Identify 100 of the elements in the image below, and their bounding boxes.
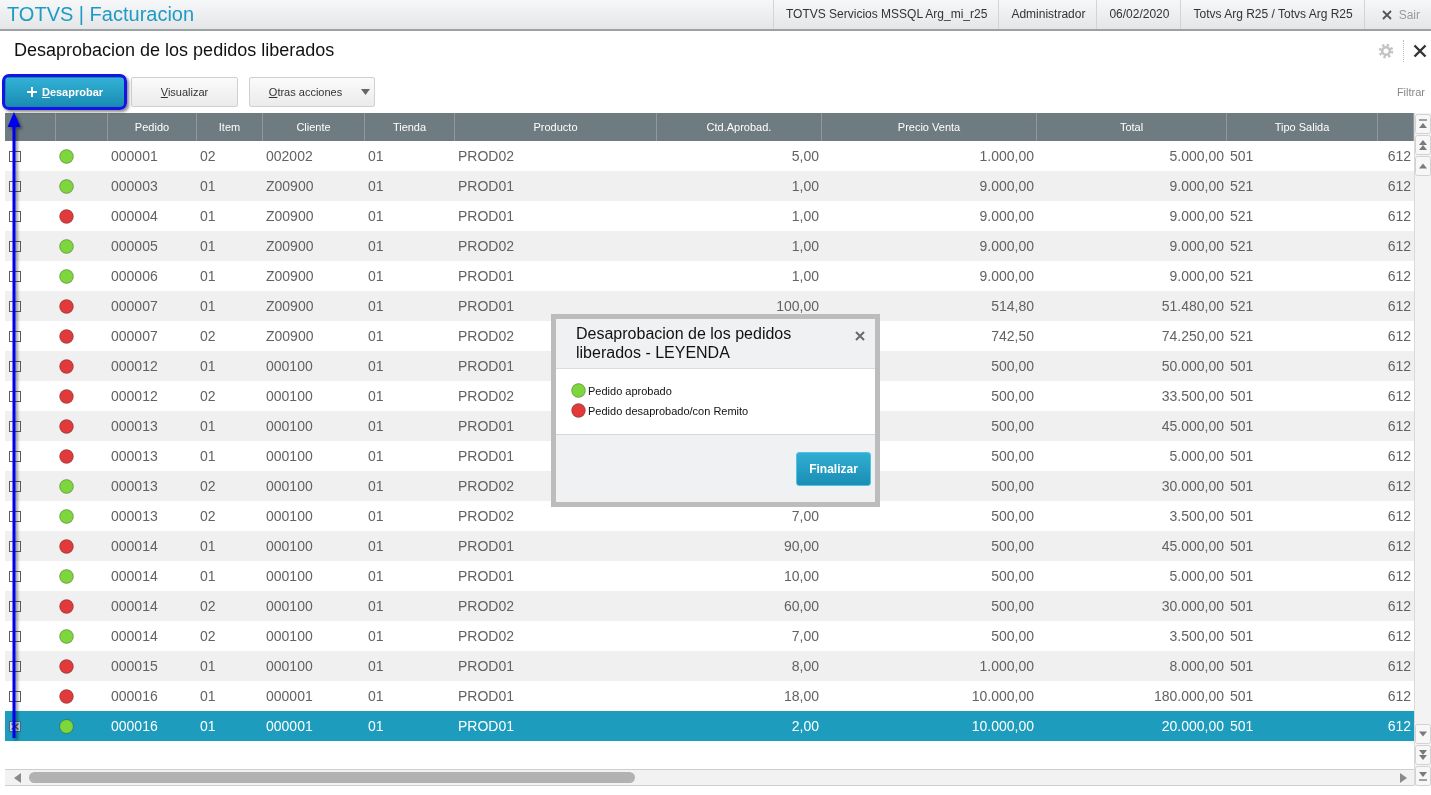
table-cell: 02 <box>200 478 216 494</box>
table-cell: 3.500,00 <box>1169 508 1224 524</box>
table-cell: 45.000,00 <box>1161 418 1224 434</box>
table-cell: PROD02 <box>458 598 515 614</box>
table-cell: 501 <box>1230 358 1254 374</box>
table-cell: 521 <box>1230 298 1254 314</box>
table-cell: 612 <box>1387 418 1411 434</box>
table-cell: PROD02 <box>458 148 515 164</box>
table-cell: 000014 <box>111 538 158 554</box>
table-cell: 501 <box>1230 538 1254 554</box>
table-cell: 1.000,00 <box>979 658 1034 674</box>
table-cell: 01 <box>368 148 384 164</box>
table-cell: 521 <box>1230 238 1254 254</box>
table-cell: PROD01 <box>458 568 515 584</box>
table-cell: 000004 <box>111 208 158 224</box>
table-cell: 30.000,00 <box>1161 598 1224 614</box>
table-cell: PROD02 <box>458 478 515 494</box>
table-cell: 01 <box>200 448 216 464</box>
table-cell: 000100 <box>266 448 313 464</box>
table-cell: 612 <box>1387 238 1411 254</box>
table-cell: 01 <box>368 298 384 314</box>
table-cell: 9.000,00 <box>979 178 1034 194</box>
table-cell: 02 <box>200 508 216 524</box>
table-cell: 612 <box>1387 628 1411 644</box>
table-cell: 612 <box>1387 598 1411 614</box>
table-cell: 9.000,00 <box>1169 268 1224 284</box>
table-cell: 100,00 <box>776 298 819 314</box>
table-cell: 01 <box>368 208 384 224</box>
table-cell: 01 <box>368 508 384 524</box>
table-cell: PROD01 <box>458 418 515 434</box>
table-cell: 500,00 <box>991 358 1034 374</box>
table-cell: 612 <box>1387 568 1411 584</box>
table-cell: 60,00 <box>783 598 819 614</box>
table-cell: 612 <box>1387 298 1411 314</box>
table-cell: 000001 <box>111 148 158 164</box>
table-cell: 01 <box>200 238 216 254</box>
table-cell: PROD01 <box>458 658 515 674</box>
table-cell: 01 <box>368 268 384 284</box>
table-cell: 01 <box>200 358 216 374</box>
table-cell: 000100 <box>266 478 313 494</box>
table-cell: 612 <box>1387 538 1411 554</box>
table-cell: 01 <box>200 718 216 734</box>
table-cell: Z00900 <box>266 268 314 284</box>
table-cell: 000100 <box>266 388 313 404</box>
table-cell: 501 <box>1230 448 1254 464</box>
table-cell: 002002 <box>266 148 313 164</box>
table-cell: 000001 <box>266 688 313 704</box>
table-cell: 500,00 <box>991 598 1034 614</box>
table-cell: PROD02 <box>458 508 515 524</box>
dialog-title: Desaprobacion de los pedidos liberados - LEYENDA <box>576 324 793 362</box>
table-cell: 01 <box>368 238 384 254</box>
table-cell: 01 <box>368 418 384 434</box>
table-cell: 612 <box>1387 448 1411 464</box>
table-cell: 18,00 <box>783 688 819 704</box>
table-cell: 02 <box>200 598 216 614</box>
table-cell: 01 <box>200 178 216 194</box>
table-cell: 612 <box>1387 658 1411 674</box>
table-cell: 10.000,00 <box>971 688 1034 704</box>
table-cell: 000100 <box>266 508 313 524</box>
table-cell: 000014 <box>111 628 158 644</box>
table-cell: 500,00 <box>991 388 1034 404</box>
table-cell: 01 <box>368 178 384 194</box>
table-cell: 500,00 <box>991 628 1034 644</box>
table-cell: 000100 <box>266 358 313 374</box>
top-bar-item: Totvs Arg R25 / Totvs Arg R25 <box>1180 0 1364 29</box>
table-cell: 501 <box>1230 598 1254 614</box>
table-cell: 5,00 <box>791 148 819 164</box>
table-cell: 01 <box>200 538 216 554</box>
table-cell: Z00900 <box>266 208 314 224</box>
table-cell: 000013 <box>111 478 158 494</box>
table-cell: 501 <box>1230 718 1254 734</box>
table-cell: 9.000,00 <box>979 268 1034 284</box>
table-cell: Z00900 <box>266 178 314 194</box>
top-bar-item: TOTVS Servicios MSSQL Arg_mi_r25 <box>772 0 999 29</box>
table-cell: 501 <box>1230 568 1254 584</box>
table-cell: Z00900 <box>266 328 314 344</box>
table-cell: 33.500,00 <box>1161 388 1224 404</box>
table-cell: 612 <box>1387 388 1411 404</box>
table-cell: 9.000,00 <box>1169 238 1224 254</box>
top-bar-item: Administrador <box>998 0 1097 29</box>
table-cell: 521 <box>1230 328 1254 344</box>
table-cell: 000014 <box>111 598 158 614</box>
table-cell: 50.000,00 <box>1161 358 1224 374</box>
table-cell: 01 <box>368 568 384 584</box>
table-cell: 01 <box>200 268 216 284</box>
table-cell: 5.000,00 <box>1169 568 1224 584</box>
table-cell: 90,00 <box>783 538 819 554</box>
table-cell: 01 <box>368 718 384 734</box>
table-cell: 500,00 <box>991 418 1034 434</box>
table-cell: 01 <box>368 538 384 554</box>
table-cell: 5.000,00 <box>1169 448 1224 464</box>
table-cell: 7,00 <box>791 508 819 524</box>
table-cell: 01 <box>200 298 216 314</box>
table-cell: PROD01 <box>458 208 515 224</box>
table-cell: 000012 <box>111 388 158 404</box>
table-cell: 500,00 <box>991 538 1034 554</box>
table-cell: 01 <box>200 568 216 584</box>
table-cell: 8,00 <box>791 658 819 674</box>
table-cell: 01 <box>368 388 384 404</box>
table-cell: 501 <box>1230 658 1254 674</box>
